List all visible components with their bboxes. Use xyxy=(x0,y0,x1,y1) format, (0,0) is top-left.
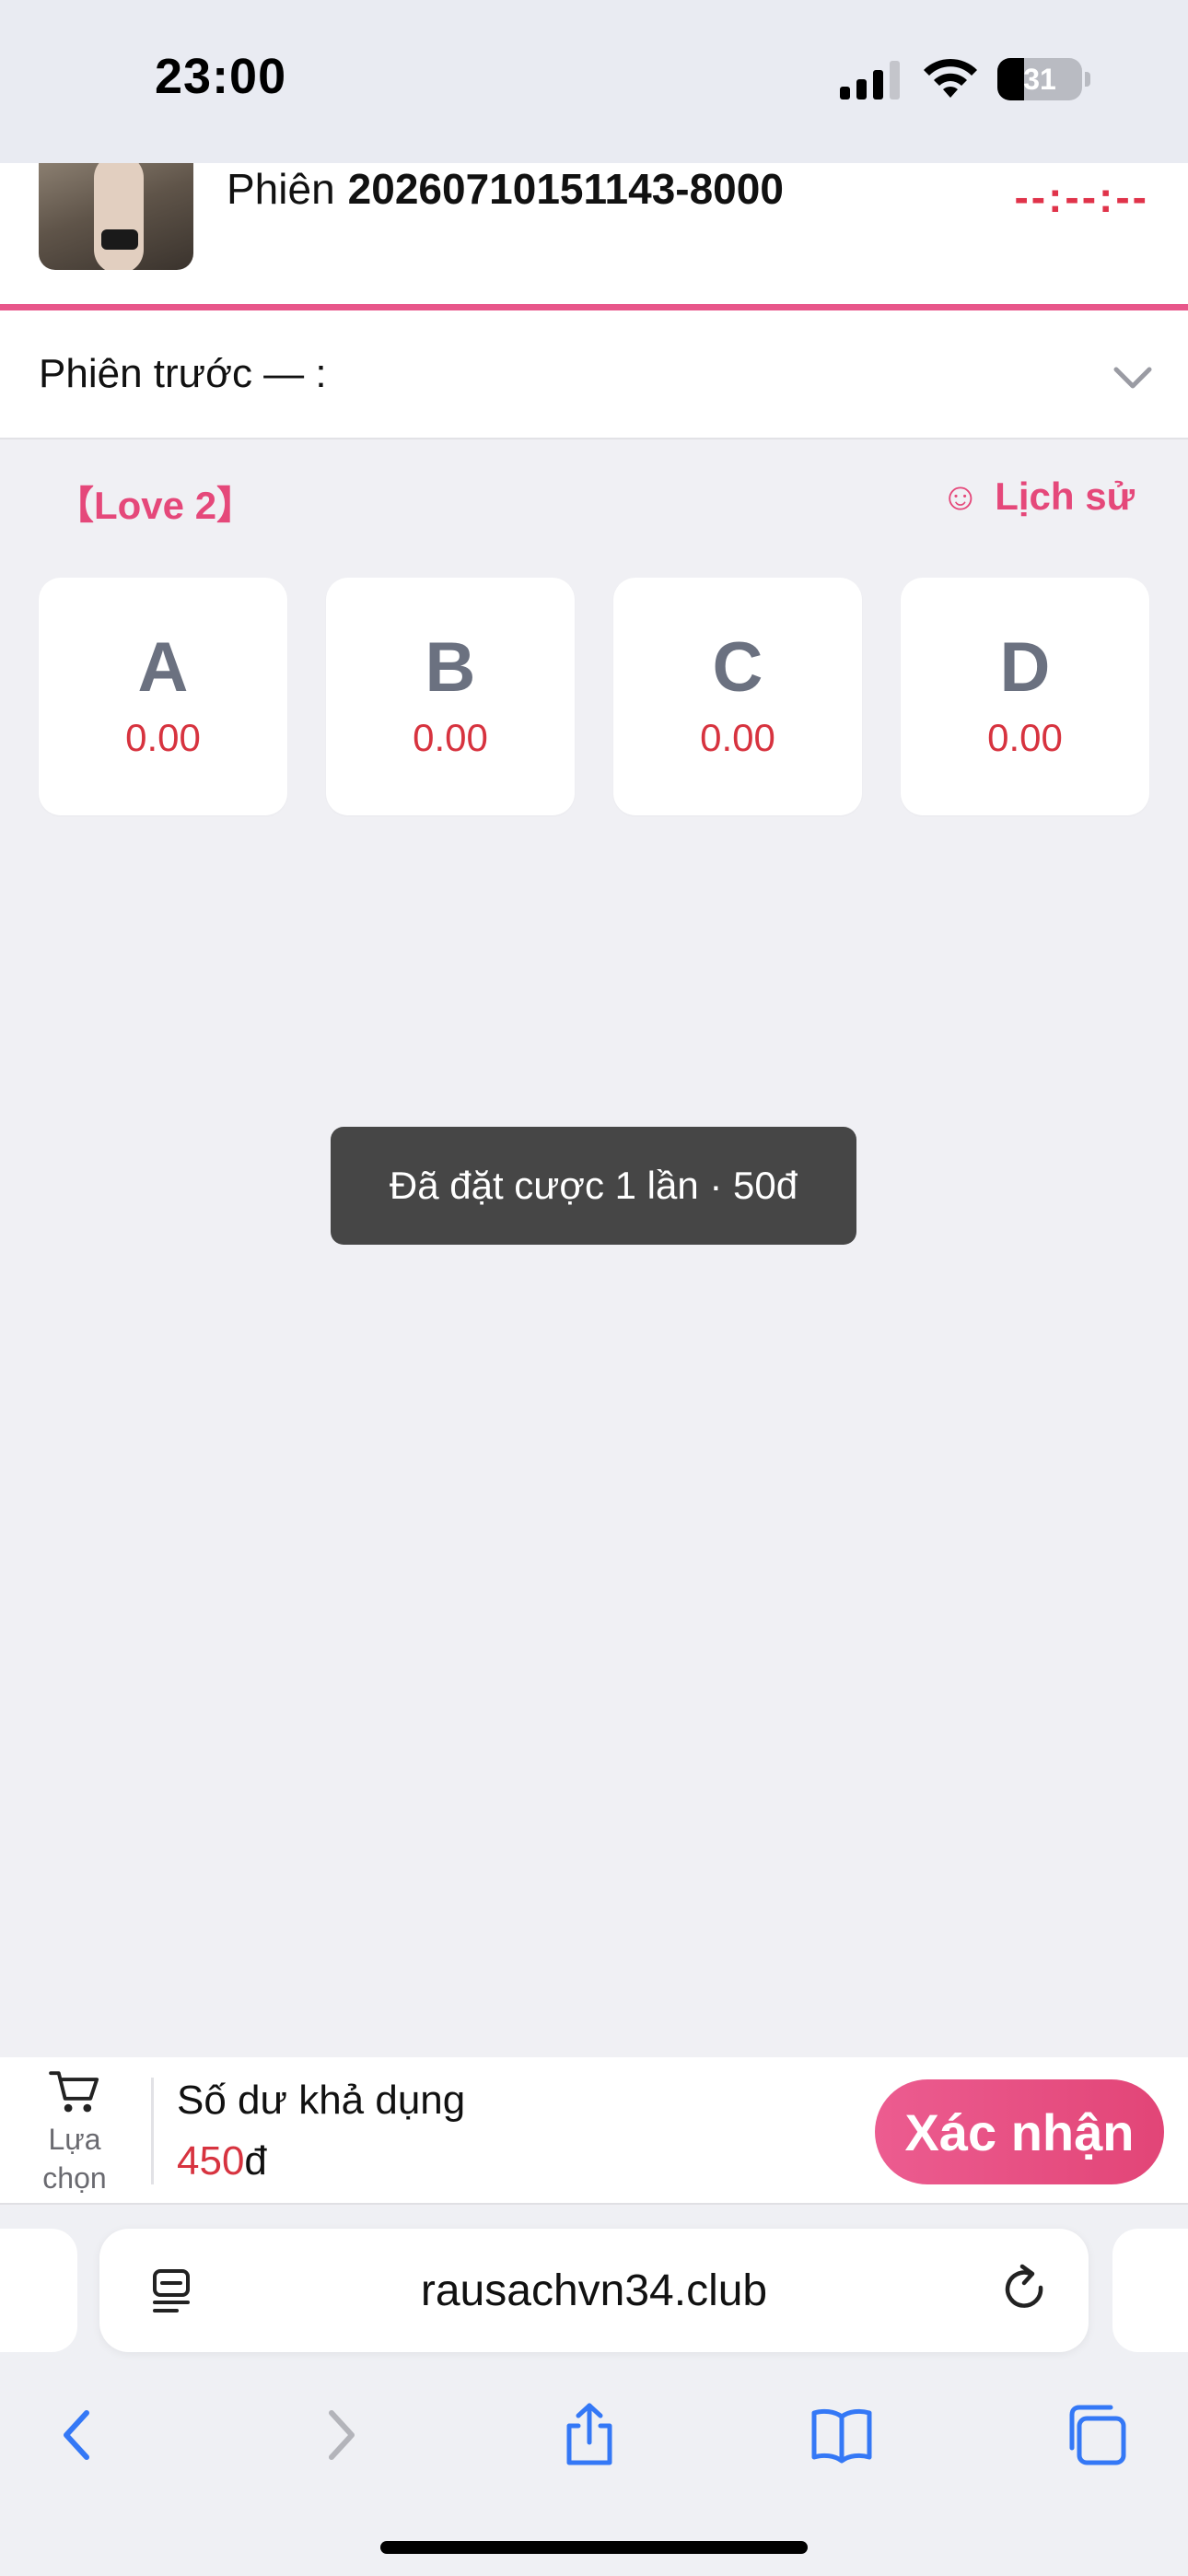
wifi-icon xyxy=(924,58,977,98)
game-name: 【Love 2】 xyxy=(55,484,256,527)
option-letter: B xyxy=(425,628,476,707)
toast-message: Đã đặt cược 1 lần · 50đ xyxy=(331,1127,856,1245)
bookmarks-button[interactable] xyxy=(796,2389,888,2481)
cart-label: Lựa chọn xyxy=(42,2123,107,2195)
countdown-timer: --:--:-- xyxy=(1014,173,1149,221)
option-letter: C xyxy=(712,628,763,707)
smile-icon: ☺ xyxy=(940,474,981,518)
browser-toolbar xyxy=(0,2389,1188,2481)
option-card-b[interactable]: B 0.00 xyxy=(326,578,575,815)
option-letter: A xyxy=(137,628,189,707)
status-time: 23:00 xyxy=(155,49,287,104)
confirm-button[interactable]: Xác nhận xyxy=(875,2079,1164,2184)
forward-button[interactable] xyxy=(293,2389,385,2481)
cart-icon xyxy=(49,2071,99,2113)
option-card-d[interactable]: D 0.00 xyxy=(901,578,1149,815)
bet-bar: Lựa chọn Số dư khả dụng 450đ Xác nhận xyxy=(0,2057,1188,2205)
session-code: 20260710151143-8000 xyxy=(347,165,784,213)
bet-options: A 0.00 B 0.00 C 0.00 D 0.00 xyxy=(39,578,1149,815)
share-button[interactable] xyxy=(543,2389,635,2481)
reload-icon[interactable] xyxy=(1000,2264,1052,2317)
session-prefix: Phiên xyxy=(227,165,335,213)
home-indicator xyxy=(380,2541,808,2554)
history-label: Lịch sử xyxy=(995,474,1135,518)
option-odds: 0.00 xyxy=(125,716,201,759)
back-icon xyxy=(64,2410,89,2460)
option-odds: 0.00 xyxy=(700,716,775,759)
option-card-c[interactable]: C 0.00 xyxy=(613,578,862,815)
option-odds: 0.00 xyxy=(987,716,1063,759)
option-card-a[interactable]: A 0.00 xyxy=(39,578,287,815)
history-link[interactable]: ☺ Lịch sử xyxy=(940,474,1135,519)
signal-icon xyxy=(840,61,900,100)
previous-session-row[interactable]: Phiên trước — : xyxy=(0,310,1188,439)
chevron-down-icon[interactable] xyxy=(1111,358,1155,395)
balance-amount: 450 xyxy=(177,2138,245,2184)
tabs-button[interactable] xyxy=(1050,2389,1142,2481)
session-title: Phiên 20260710151143-8000 xyxy=(227,163,784,215)
tabs-icon xyxy=(1069,2405,1126,2465)
selection-cart-button[interactable]: Lựa chọn xyxy=(28,2068,122,2197)
bar-divider xyxy=(151,2078,154,2184)
previous-session-label: Phiên trước — : xyxy=(39,351,327,396)
balance-currency: đ xyxy=(244,2138,267,2184)
back-button[interactable] xyxy=(33,2389,125,2481)
balance-label: Số dư khả dụng xyxy=(177,2078,466,2123)
address-bar[interactable]: rausachvn34.club xyxy=(99,2229,1089,2352)
session-header: Phiên 20260710151143-8000 --:--:-- xyxy=(0,163,1188,310)
battery-tip xyxy=(1085,72,1090,87)
thumbnail-figure xyxy=(94,163,144,270)
share-icon xyxy=(566,2403,612,2465)
option-odds: 0.00 xyxy=(413,716,488,759)
battery-icon: 31 xyxy=(997,58,1082,100)
url-text: rausachvn34.club xyxy=(420,2266,768,2315)
browser-chrome: rausachvn34.club xyxy=(0,2207,1188,2576)
option-letter: D xyxy=(999,628,1051,707)
bookmarks-icon xyxy=(811,2408,872,2464)
status-bar: 23:00 31 xyxy=(0,0,1188,163)
battery-percentage: 31 xyxy=(1023,62,1056,96)
game-thumbnail xyxy=(39,163,193,270)
balance-value: 450đ xyxy=(177,2138,267,2184)
previous-tab-peek[interactable] xyxy=(0,2229,77,2352)
forward-icon xyxy=(329,2410,355,2460)
next-tab-peek[interactable] xyxy=(1112,2229,1188,2352)
thumbnail-detail xyxy=(101,229,138,250)
